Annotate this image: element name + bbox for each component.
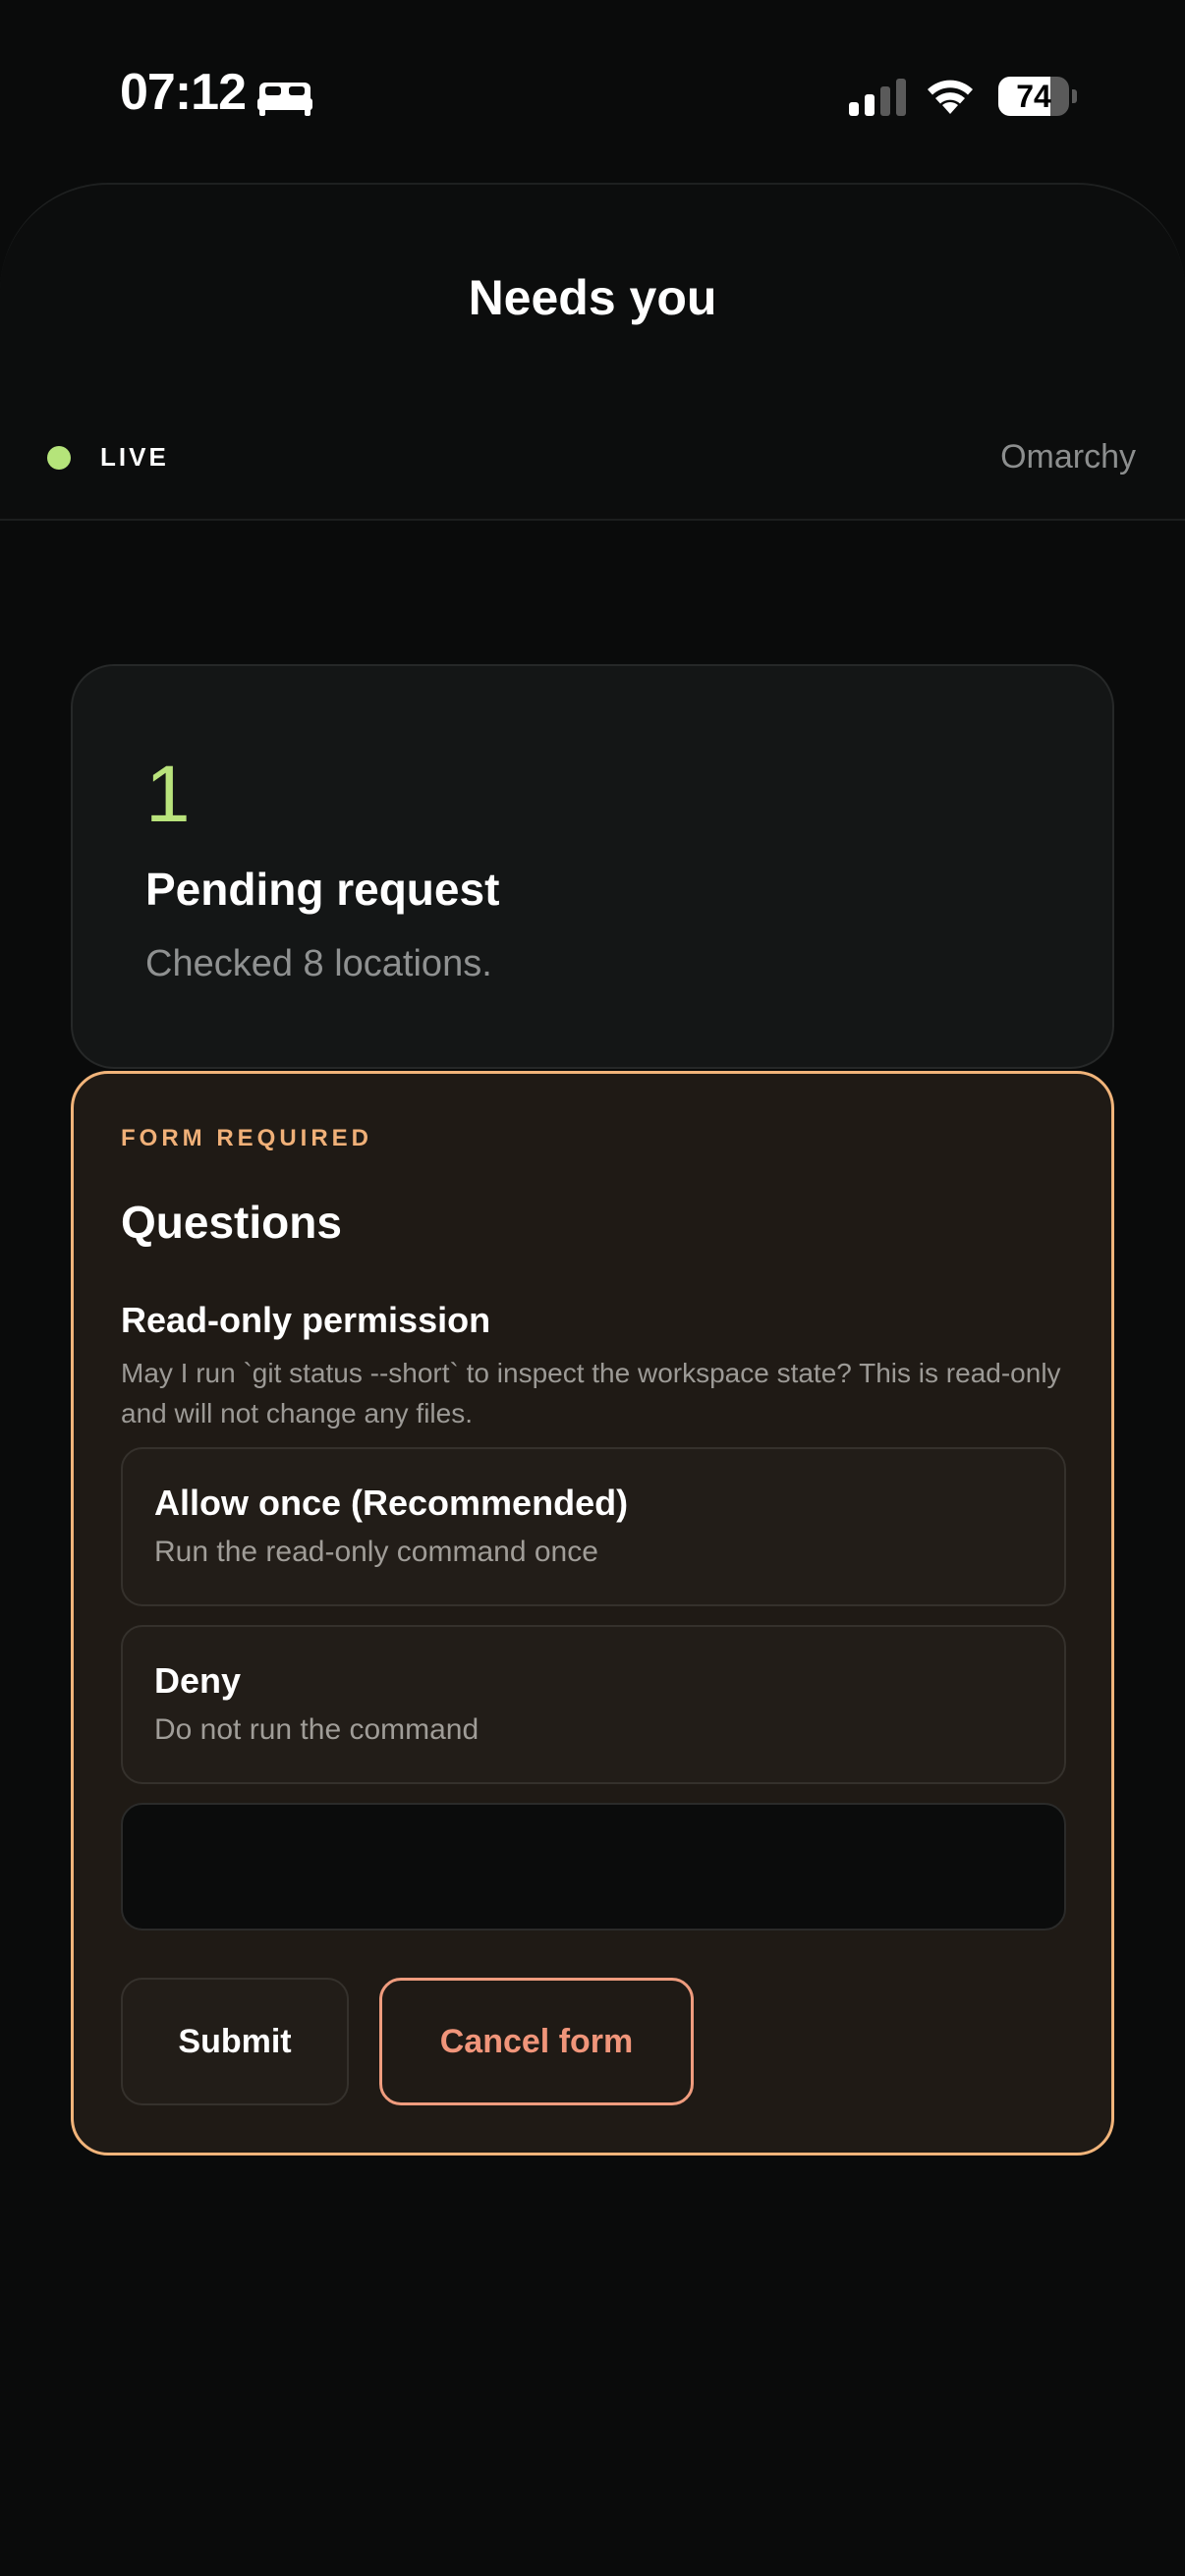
question-description: May I run `git status --short` to inspec… [121, 1358, 1061, 1428]
battery-indicator: 74 [998, 77, 1077, 116]
status-time: 07:12 [120, 64, 247, 121]
pending-count: 1 [145, 750, 191, 839]
submit-button[interactable]: Submit [121, 1978, 349, 2105]
pending-subtitle: Checked 8 locations. [145, 943, 492, 984]
custom-answer-input[interactable] [121, 1803, 1066, 1931]
pending-summary-card: 1 Pending request Checked 8 locations. [71, 664, 1114, 1069]
cellular-signal-icon [849, 79, 906, 116]
form-card: FORM REQUIRED Questions Read-only permis… [71, 1071, 1114, 2156]
bed-icon [257, 83, 312, 116]
form-title: Questions [121, 1197, 342, 1248]
page-title: Needs you [468, 270, 717, 325]
live-status-dot [47, 446, 71, 470]
option-label: Deny [154, 1660, 242, 1701]
question-title: Read-only permission [121, 1300, 491, 1340]
app-screen: 07:12 74 Needs you LIVE Omarchy 1 Pendin… [0, 0, 1185, 2576]
battery-level: 74 [1016, 79, 1051, 114]
header-divider [0, 519, 1185, 521]
live-status-label: LIVE [100, 442, 169, 472]
wifi-icon [928, 80, 973, 114]
battery-nub [1072, 89, 1077, 103]
option-deny[interactable]: Deny Do not run the command [121, 1625, 1066, 1784]
cancel-form-button[interactable]: Cancel form [379, 1978, 694, 2105]
status-bar: 07:12 74 [0, 0, 1185, 187]
host-name[interactable]: Omarchy [1000, 438, 1136, 476]
battery-icon: 74 [998, 77, 1069, 116]
option-description: Do not run the command [154, 1713, 480, 1746]
header: Needs you LIVE Omarchy [0, 183, 1185, 521]
option-allow-once[interactable]: Allow once (Recommended) Run the read-on… [121, 1447, 1066, 1606]
option-label: Allow once (Recommended) [154, 1483, 629, 1523]
form-kicker: FORM REQUIRED [121, 1125, 372, 1151]
option-description: Run the read-only command once [154, 1536, 598, 1568]
pending-title: Pending request [145, 864, 500, 915]
